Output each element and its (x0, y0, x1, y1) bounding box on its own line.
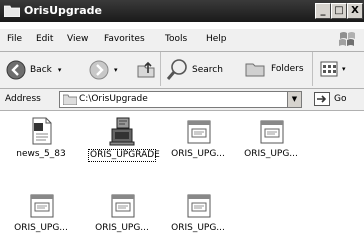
file-item[interactable]: ORIS_UPG... (163, 189, 233, 234)
file-name: ORIS_UPG... (171, 223, 225, 233)
file-item[interactable]: news_5_83 (6, 115, 76, 160)
address-input[interactable]: C:\OrisUpgrade ▼ (59, 91, 302, 108)
address-dropdown-button[interactable]: ▼ (287, 92, 301, 107)
application-window-icon (111, 194, 135, 218)
back-dropdown-icon[interactable]: ▾ (58, 66, 62, 74)
file-item[interactable]: ORIS_UPG... (6, 189, 76, 234)
text-document-icon (32, 117, 52, 145)
application-window-icon (260, 120, 284, 144)
up-folder-icon (137, 61, 155, 78)
address-value: C:\OrisUpgrade (79, 94, 148, 104)
file-list: news_5_83 ORIS_UPGRADE ORIS_UPG... ORIS_… (0, 111, 364, 252)
application-window-icon (30, 194, 54, 218)
menu-help[interactable]: Help (206, 34, 227, 44)
go-arrow-icon (314, 92, 330, 106)
toolbar-divider (160, 52, 161, 86)
forward-button[interactable]: ▾ (89, 60, 118, 80)
toolbar-divider-2 (312, 52, 313, 86)
views-dropdown-icon: ▾ (342, 65, 346, 73)
menu-edit[interactable]: Edit (36, 34, 53, 44)
folders-label: Folders (271, 64, 304, 74)
menu-favorites[interactable]: Favorites (104, 34, 145, 44)
title-bar[interactable]: OrisUpgrade _ □ X (0, 0, 364, 22)
file-item[interactable]: ORIS_UPG... (236, 115, 306, 160)
close-button[interactable]: X (347, 3, 363, 19)
menu-view[interactable]: View (67, 34, 88, 44)
folders-button[interactable]: Folders (244, 60, 304, 78)
file-name: ORIS_UPG... (171, 149, 225, 159)
forward-dropdown-icon[interactable]: ▾ (114, 66, 118, 74)
views-icon (320, 61, 338, 77)
forward-arrow-icon (89, 60, 109, 80)
setup-program-icon (109, 117, 135, 146)
back-arrow-icon (6, 60, 26, 80)
folder-icon (4, 5, 20, 17)
menu-tools[interactable]: Tools (165, 34, 187, 44)
windows-logo-icon (339, 32, 355, 46)
application-window-icon (187, 120, 211, 144)
file-item[interactable]: ORIS_UPGRADE (87, 115, 160, 162)
go-button[interactable]: Go (314, 92, 346, 106)
file-name: ORIS_UPG... (244, 149, 298, 159)
search-label: Search (192, 65, 223, 75)
up-folder-button[interactable] (135, 58, 157, 80)
toolbar: Back ▾ ▾ Search Folders ▾ (0, 52, 364, 88)
maximize-button[interactable]: □ (331, 3, 347, 19)
search-button[interactable]: Search (165, 58, 223, 82)
search-icon (166, 59, 187, 80)
back-label: Back (30, 65, 52, 75)
menu-bar: File Edit View Favorites Tools Help (0, 29, 364, 51)
window-title: OrisUpgrade (24, 4, 102, 17)
address-bar: Address C:\OrisUpgrade ▼ Go (0, 89, 364, 110)
file-item[interactable]: ORIS_UPG... (87, 189, 157, 234)
menu-file[interactable]: File (7, 34, 22, 44)
address-label: Address (5, 94, 41, 104)
views-button[interactable]: ▾ (320, 61, 346, 77)
folder-icon (63, 94, 77, 105)
application-window-icon (187, 194, 211, 218)
file-name: ORIS_UPG... (14, 223, 68, 233)
back-button[interactable]: Back ▾ (6, 60, 61, 80)
folders-icon (245, 63, 265, 77)
file-name: ORIS_UPG... (95, 223, 149, 233)
minimize-button[interactable]: _ (315, 3, 331, 19)
file-name: news_5_83 (16, 149, 66, 159)
file-item[interactable]: ORIS_UPG... (163, 115, 233, 160)
explorer-window: OrisUpgrade _ □ X File Edit View Favorit… (0, 0, 364, 252)
file-name: ORIS_UPGRADE (88, 149, 160, 162)
go-label: Go (334, 94, 347, 104)
